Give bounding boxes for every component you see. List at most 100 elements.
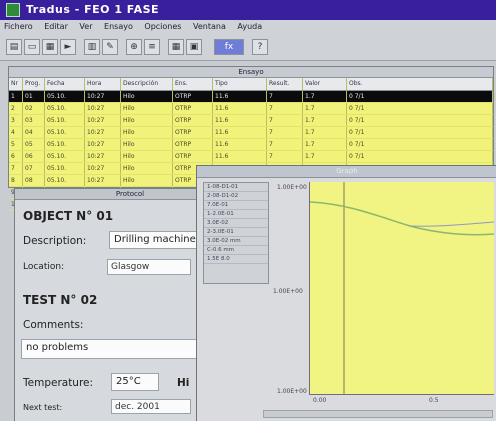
grid-title: Ensayo xyxy=(9,67,493,78)
comments-label: Comments: xyxy=(23,319,84,331)
graph-info-box: 1-08-D1-01 2-08-D1-02 7.0E-01 1-2.0E-01 … xyxy=(203,182,269,284)
table-cell: 0 7/1 xyxy=(347,139,493,150)
edit-icon[interactable]: ✎ xyxy=(102,39,118,55)
menu-item-options[interactable]: Opciones xyxy=(144,22,181,31)
table-cell: 10:27 xyxy=(85,115,121,126)
reference-curve xyxy=(409,221,495,227)
menu-item-view[interactable]: Ver xyxy=(79,22,92,31)
description-label: Description: xyxy=(23,235,87,247)
table-cell: 11.6 xyxy=(213,115,267,126)
arrow-icon[interactable]: ► xyxy=(60,39,76,55)
list-icon[interactable]: ≡ xyxy=(144,39,160,55)
column-header[interactable]: Tipo xyxy=(213,78,267,90)
table-cell: 1.7 xyxy=(303,151,347,162)
menu-item-edit[interactable]: Editar xyxy=(44,22,68,31)
table-cell: 01 xyxy=(23,91,45,102)
column-header[interactable]: Hora xyxy=(85,78,121,90)
humidity-label: Hi xyxy=(177,377,190,389)
next-test-field[interactable]: dec. 2001 xyxy=(111,399,191,414)
table-cell: 7 xyxy=(267,151,303,162)
fx-icon[interactable]: fx xyxy=(214,39,244,55)
table-cell: 1.7 xyxy=(303,139,347,150)
x-tick-label: 0.5 xyxy=(429,397,439,404)
plot-svg xyxy=(309,182,495,394)
help-icon[interactable]: ? xyxy=(252,39,268,55)
y-tick-label: 1.00E+00 xyxy=(273,288,303,295)
column-header[interactable]: Fecha xyxy=(45,78,85,90)
table-cell: OTRP xyxy=(173,115,213,126)
column-header[interactable]: Result. xyxy=(267,78,303,90)
table-cell: 05 xyxy=(23,139,45,150)
column-header[interactable]: Ens. xyxy=(173,78,213,90)
chart-icon[interactable]: ▥ xyxy=(84,39,100,55)
table-cell: 5 xyxy=(9,139,23,150)
table-cell: 0 7/1 xyxy=(347,103,493,114)
column-header[interactable]: Valor xyxy=(303,78,347,90)
table-cell: 10:27 xyxy=(85,103,121,114)
y-tick-label: 1.00E+00 xyxy=(277,388,307,395)
graph-icon[interactable]: ▤ xyxy=(6,39,22,55)
menu-item-help[interactable]: Ayuda xyxy=(237,22,262,31)
y-tick-label: 1.00E+00 xyxy=(277,184,307,191)
table-cell: OTRP xyxy=(173,91,213,102)
table-cell: 08 xyxy=(23,175,45,186)
table-cell: OTRP xyxy=(173,103,213,114)
menu-item-test[interactable]: Ensayo xyxy=(104,22,133,31)
table-cell: OTRP xyxy=(173,151,213,162)
column-header[interactable]: Descripción xyxy=(121,78,173,90)
toolbar: ▤ ▭ ▦ ► ▥ ✎ ⊕ ≡ ▦ ▣ fx ? xyxy=(0,34,496,61)
application-window: Tradus - FEO 1 FASE Fichero Editar Ver E… xyxy=(0,0,496,421)
menu-item-window[interactable]: Ventana xyxy=(193,22,226,31)
comments-field[interactable]: no problems xyxy=(21,339,197,359)
table-cell: Hilo xyxy=(121,127,173,138)
horizontal-scrollbar[interactable] xyxy=(263,410,493,418)
column-header[interactable]: Obs. xyxy=(347,78,493,90)
table-cell: 06 xyxy=(23,151,45,162)
graph-window: Graph 1-08-D1-01 2-08-D1-02 7.0E-01 1-2.… xyxy=(196,165,496,421)
next-test-label: Next test: xyxy=(23,403,63,412)
table-cell: 11.6 xyxy=(213,103,267,114)
table-row[interactable]: 3 03 05.10. 10:27 Hilo OTRP 11.6 7 1.7 0 7/1 xyxy=(9,115,493,127)
table-icon[interactable]: ▦ xyxy=(168,39,184,55)
view-icon[interactable]: ▣ xyxy=(186,39,202,55)
print-icon[interactable]: ▦ xyxy=(42,39,58,55)
column-header[interactable]: Prog. xyxy=(23,78,45,90)
measurement-curve xyxy=(309,201,495,236)
plot-area[interactable] xyxy=(309,182,495,395)
table-cell: OTRP xyxy=(173,139,213,150)
table-cell: 0 7/1 xyxy=(347,91,493,102)
table-cell: Hilo xyxy=(121,151,173,162)
table-cell: Hilo xyxy=(121,115,173,126)
x-tick-label: 0.00 xyxy=(313,397,327,404)
table-row[interactable]: 5 05 05.10. 10:27 Hilo OTRP 11.6 7 1.7 0 7/1 xyxy=(9,139,493,151)
info-line: 2-08-D1-02 xyxy=(204,192,268,201)
table-cell: 02 xyxy=(23,103,45,114)
menu-item-file[interactable]: Fichero xyxy=(4,22,33,31)
info-line: 7.0E-01 xyxy=(204,201,268,210)
table-row[interactable]: 2 02 05.10. 10:27 Hilo OTRP 11.6 7 1.7 0 7/1 xyxy=(9,103,493,115)
table-cell: Hilo xyxy=(121,103,173,114)
table-row[interactable]: 1 01 05.10. 10:27 Hilo OTRP 11.6 7 1.7 0 7/1 xyxy=(9,91,493,103)
info-line: C-0.6 mm xyxy=(204,246,268,255)
table-cell: 10:27 xyxy=(85,139,121,150)
location-label: Location: xyxy=(23,262,65,272)
table-cell: 7 xyxy=(267,115,303,126)
table-row[interactable]: 4 04 05.10. 10:27 Hilo OTRP 11.6 7 1.7 0 7/1 xyxy=(9,127,493,139)
table-cell: 07 xyxy=(23,163,45,174)
column-header[interactable]: Nr xyxy=(9,78,23,90)
table-cell: 8 xyxy=(9,175,23,186)
location-field[interactable]: Glasgow xyxy=(107,259,191,275)
table-cell: 11.6 xyxy=(213,127,267,138)
zoom-icon[interactable]: ⊕ xyxy=(126,39,142,55)
table-cell: Hilo xyxy=(121,163,173,174)
open-icon[interactable]: ▭ xyxy=(24,39,40,55)
grid-header: Nr Prog. Fecha Hora Descripción Ens. Tipo Resul… xyxy=(9,78,493,91)
temperature-field[interactable]: 25°C xyxy=(111,373,159,391)
info-line: 1-2.0E-01 xyxy=(204,210,268,219)
graph-title: Graph xyxy=(197,166,496,178)
table-cell: 05.10. xyxy=(45,115,85,126)
table-cell: 11.6 xyxy=(213,139,267,150)
table-row[interactable]: 6 06 05.10. 10:27 Hilo OTRP 11.6 7 1.7 0 7/1 xyxy=(9,151,493,163)
table-cell: 1.7 xyxy=(303,103,347,114)
table-cell: 04 xyxy=(23,127,45,138)
